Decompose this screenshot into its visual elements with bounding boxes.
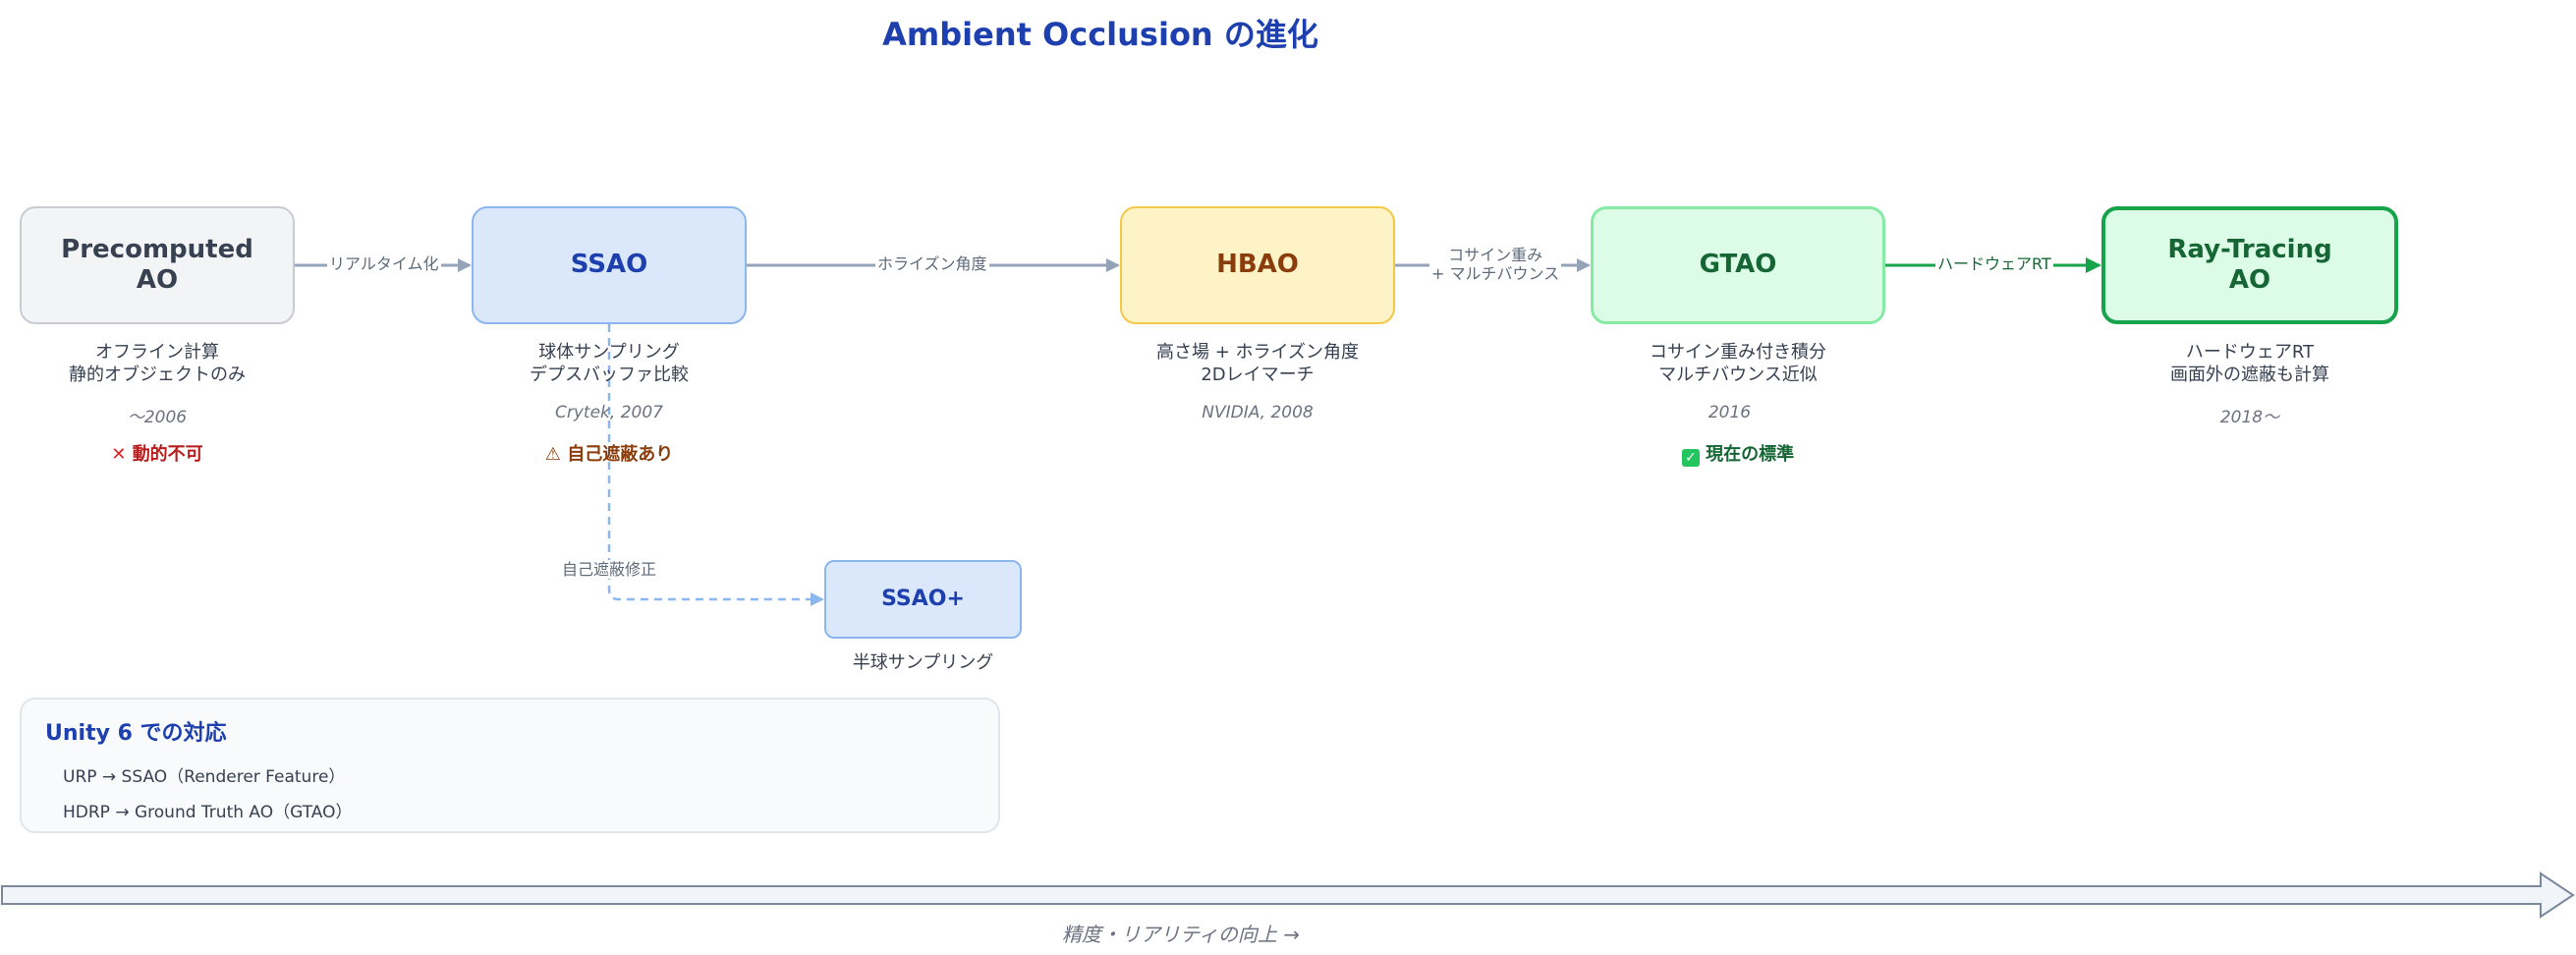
- unity6-urp-line: URP → SSAO（Renderer Feature）: [63, 767, 346, 787]
- cross-mark-icon: ✕: [111, 444, 127, 465]
- gtao-badge: ✓ 現在の標準: [1591, 440, 1885, 467]
- edge-label-cosine-multibounce: コサイン重み + マルチバウンス: [1429, 246, 1562, 284]
- unity6-support-panel: Unity 6 での対応 URP → SSAO（Renderer Feature…: [20, 698, 1000, 833]
- gtao-year: 2016: [1708, 403, 1752, 422]
- node-ssao-plus: SSAO+: [824, 560, 1022, 639]
- unity6-panel-title: Unity 6 での対応: [45, 721, 227, 746]
- edge-label-horizon-angle: ホライズン角度: [875, 254, 989, 274]
- progress-axis-label: 精度・リアリティの向上 →: [1062, 923, 1300, 946]
- edge-label-self-occlusion-fix: 自己遮蔽修正: [560, 560, 659, 580]
- edge-label-hardware-rt: ハードウェアRT: [1935, 254, 2053, 274]
- raytracing-year: 2018〜: [2219, 408, 2280, 427]
- ssao-year: Crytek, 2007: [555, 403, 663, 422]
- ssao-description: 球体サンプリング デプスバッファ比較: [530, 342, 689, 385]
- precomputed-badge: ✕ 動的不可: [20, 440, 295, 466]
- gtao-description: コサイン重み付き積分 マルチバウンス近似: [1650, 342, 1826, 385]
- gtao-badge-text: 現在の標準: [1706, 444, 1795, 465]
- progress-axis-arrow: [1, 871, 2575, 919]
- unity6-hdrp-line: HDRP → Ground Truth AO（GTAO）: [63, 803, 353, 822]
- precomputed-badge-text: 動的不可: [132, 444, 203, 465]
- node-precomputed-ao: Precomputed AO: [20, 206, 295, 324]
- hbao-year: NVIDIA, 2008: [1202, 403, 1314, 422]
- edge-label-realtime: リアルタイム化: [327, 254, 441, 274]
- ssao-badge: ⚠ 自己遮蔽あり: [544, 444, 674, 465]
- node-gtao: GTAO: [1591, 206, 1885, 324]
- raytracing-description: ハードウェアRT 画面外の遮蔽も計算: [2170, 342, 2329, 385]
- node-ray-tracing-ao: Ray-Tracing AO: [2101, 206, 2398, 324]
- check-mark-icon: ✓: [1681, 449, 1700, 467]
- precomputed-description: オフライン計算 静的オブジェクトのみ: [69, 342, 246, 385]
- hbao-description: 高さ場 + ホライズン角度 2Dレイマーチ: [1156, 342, 1359, 385]
- page-title: Ambient Occlusion の進化: [882, 16, 1318, 53]
- precomputed-year: 〜2006: [127, 408, 188, 427]
- node-ssao: SSAO: [472, 206, 747, 324]
- node-hbao: HBAO: [1120, 206, 1395, 324]
- ssao-plus-description: 半球サンプリング: [852, 652, 994, 673]
